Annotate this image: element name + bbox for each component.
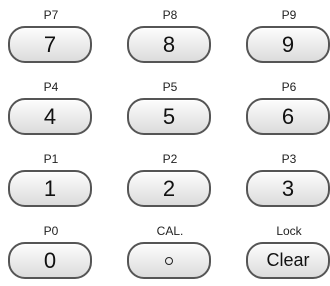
key-8-button[interactable]: 8 (127, 26, 211, 63)
key-caption: P9 (281, 8, 297, 22)
key-caption: P0 (43, 224, 59, 238)
key-p5: P5 5 (127, 78, 213, 138)
key-caption: Lock (276, 224, 302, 238)
key-6-button[interactable]: 6 (246, 98, 330, 135)
circle-icon (165, 256, 173, 265)
key-p3: P3 3 (246, 150, 330, 210)
key-p6: P6 6 (246, 78, 330, 138)
key-caption: P2 (162, 152, 178, 166)
key-p9: P9 9 (246, 6, 330, 66)
keypad: P7 7 P8 8 P9 9 P4 4 P5 5 P6 6 P1 1 P2 2 … (0, 0, 330, 286)
key-caption: P6 (281, 80, 297, 94)
key-caption: P8 (162, 8, 178, 22)
key-caption: P1 (43, 152, 59, 166)
key-caption: P3 (281, 152, 297, 166)
key-3-button[interactable]: 3 (246, 170, 330, 207)
key-p4: P4 4 (8, 78, 94, 138)
clear-button[interactable]: Clear (246, 242, 330, 279)
key-p0: P0 0 (8, 222, 94, 282)
key-0-button[interactable]: 0 (8, 242, 92, 279)
key-4-button[interactable]: 4 (8, 98, 92, 135)
key-2-button[interactable]: 2 (127, 170, 211, 207)
key-5-button[interactable]: 5 (127, 98, 211, 135)
cal-button[interactable] (127, 242, 211, 279)
key-lock: Lock Clear (246, 222, 330, 282)
key-cal: CAL. (127, 222, 213, 282)
key-caption: P5 (162, 80, 178, 94)
key-1-button[interactable]: 1 (8, 170, 92, 207)
key-7-button[interactable]: 7 (8, 26, 92, 63)
key-caption: P4 (43, 80, 59, 94)
key-9-button[interactable]: 9 (246, 26, 330, 63)
key-p8: P8 8 (127, 6, 213, 66)
key-p7: P7 7 (8, 6, 94, 66)
key-p1: P1 1 (8, 150, 94, 210)
key-p2: P2 2 (127, 150, 213, 210)
key-caption: P7 (43, 8, 59, 22)
key-caption: CAL. (156, 224, 184, 238)
